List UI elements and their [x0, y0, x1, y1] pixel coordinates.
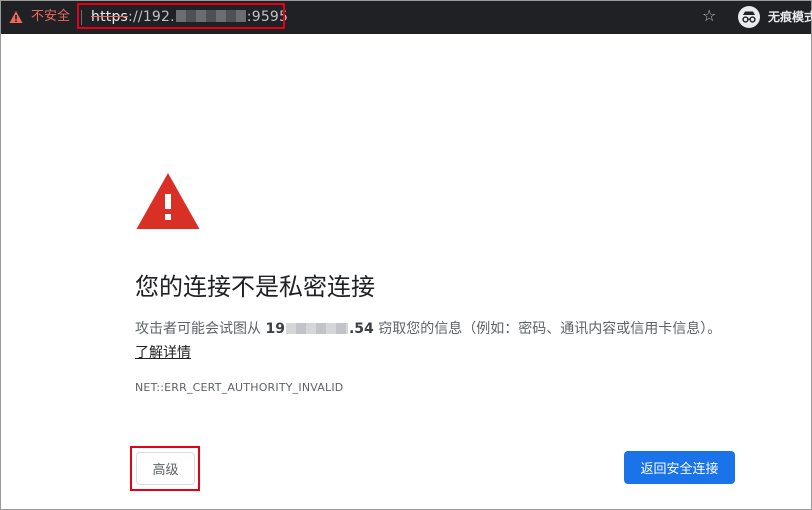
incognito-icon[interactable]: [738, 6, 760, 28]
warning-icon: [9, 11, 23, 23]
advanced-highlight-box: [130, 446, 200, 491]
description-intro: 攻击者可能会试图从: [135, 321, 266, 337]
error-code: NET::ERR_CERT_AUTHORITY_INVALID: [135, 381, 344, 394]
ip-prefix: 19: [265, 321, 285, 337]
security-label: 不安全: [31, 9, 71, 24]
browser-top-bar: 不安全 https://192.:9595 ☆ 无痕模式: [1, 1, 812, 34]
ip-suffix: .54: [348, 321, 374, 337]
ip-address: 19.54: [265, 321, 373, 337]
ip-masked-region: [285, 323, 348, 334]
incognito-label[interactable]: 无痕模式: [768, 10, 812, 25]
back-to-safety-button[interactable]: 返回安全连接: [624, 451, 735, 484]
warning-description: 攻击者可能会试图从 19.54 窃取您的信息（例如：密码、通讯内容或信用卡信息）…: [135, 317, 725, 365]
bookmark-star-icon[interactable]: ☆: [702, 7, 716, 25]
alert-triangle-icon: [136, 173, 200, 229]
url-highlight-box: [77, 3, 285, 29]
description-rest: 窃取您的信息（例如：密码、通讯内容或信用卡信息）。: [373, 321, 722, 337]
learn-more-link[interactable]: 了解详情: [135, 345, 191, 361]
page-title: 您的连接不是私密连接: [135, 273, 375, 301]
incognito-glasses-icon: [742, 11, 756, 23]
security-indicator[interactable]: 不安全: [9, 9, 70, 25]
